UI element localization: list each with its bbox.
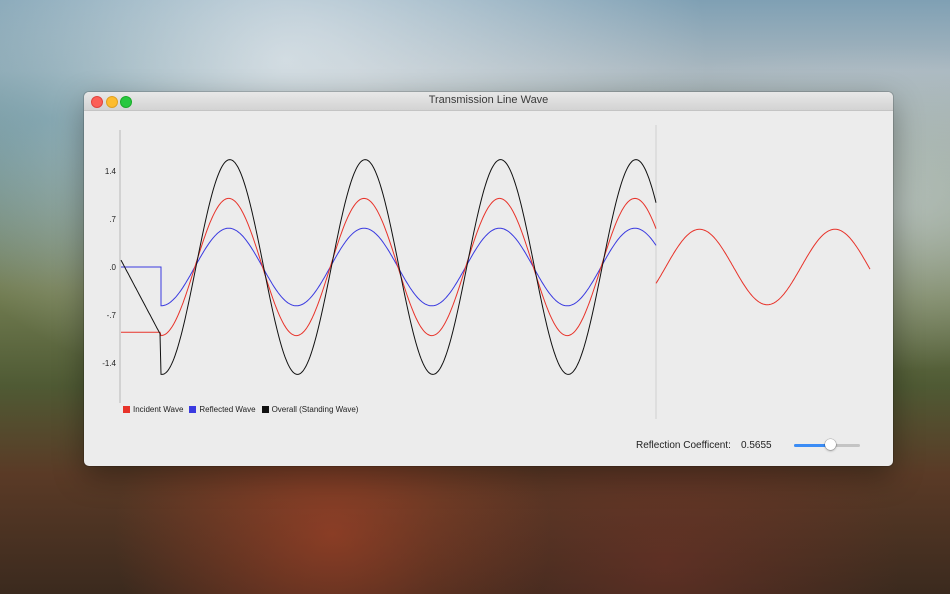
incident-wave-line [121,197,657,337]
overall-wave-line [120,159,657,375]
coefficient-value: 0.5655 [741,440,772,451]
y-tick-labels: 1.4 .7 .0 -.7 -1.4 [102,167,116,368]
legend-reflected: Reflected Wave [189,405,256,414]
y-tick-label: -.7 [107,311,117,320]
legend-incident: Incident Wave [123,405,183,414]
legend-overall-label: Overall (Standing Wave) [271,405,359,414]
window-title: Transmission Line Wave [428,94,549,106]
y-tick-label: -1.4 [102,359,116,368]
legend-incident-swatch [123,406,130,413]
slider-thumb[interactable] [825,439,837,450]
y-tick-label: .7 [109,215,116,224]
legend-incident-label: Incident Wave [133,405,184,414]
y-tick-label: .0 [109,263,116,272]
legend: Incident Wave Reflected Wave Overall (St… [123,405,358,414]
transmitted-wave-line [655,228,871,306]
plot-axes [119,125,657,419]
titlebar[interactable]: Transmission Line Wave [84,92,893,111]
wave-plot: 1.4 .7 .0 -.7 -1.4 [102,125,871,419]
wave-curves [120,159,871,375]
legend-overall: Overall (Standing Wave) [261,405,359,414]
reflection-slider[interactable] [794,438,860,452]
legend-reflected-label: Reflected Wave [199,405,256,414]
app-window: Transmission Line Wave 1.4 .7 .0 -.7 -1.4 In… [84,92,893,466]
coefficient-label: Reflection Coefficent: [636,440,731,451]
y-tick-label: 1.4 [105,167,117,176]
legend-reflected-swatch [189,406,197,413]
legend-overall-swatch [261,406,269,413]
